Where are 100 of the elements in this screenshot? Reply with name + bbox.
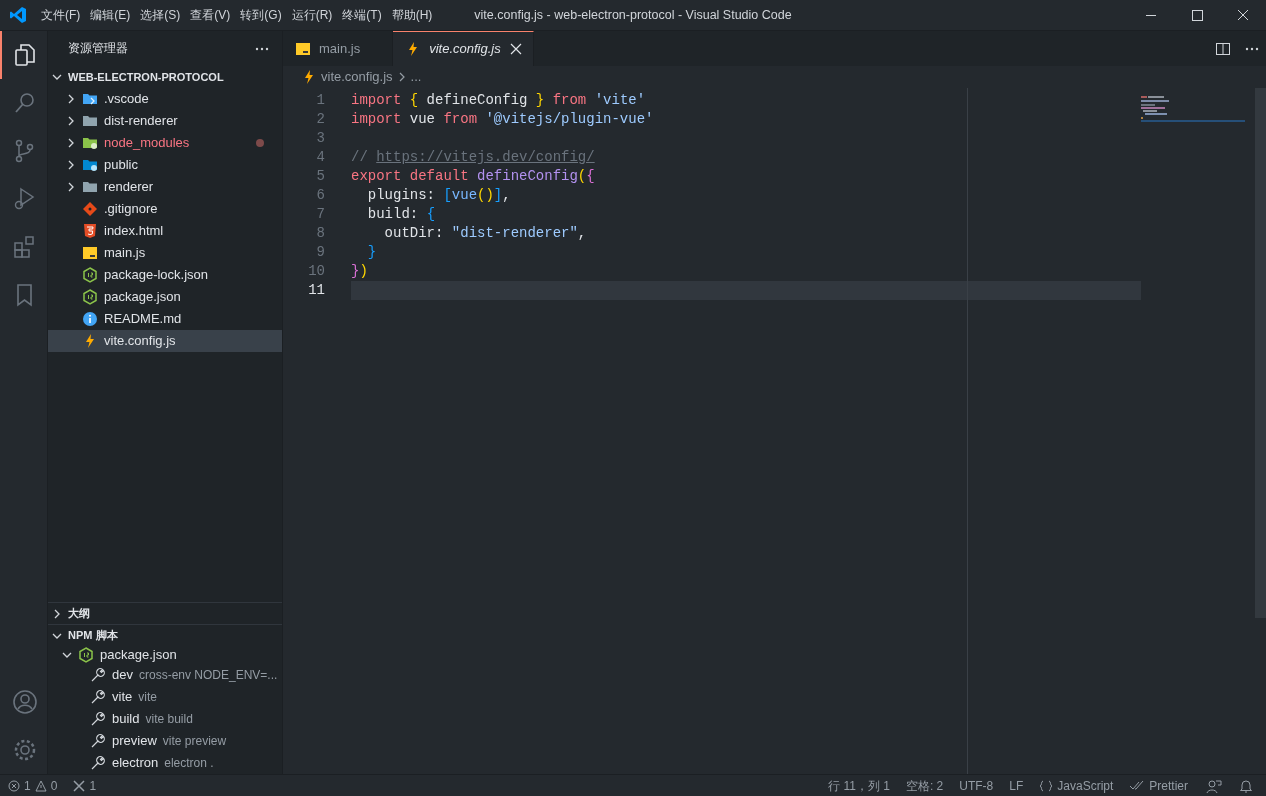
script-command: cross-env NODE_ENV=... xyxy=(138,667,278,684)
hexagon-icon xyxy=(82,267,98,283)
account-icon[interactable] xyxy=(12,689,38,715)
line-number: 9 xyxy=(315,243,325,263)
hexagon-icon xyxy=(82,289,98,305)
code-line: } xyxy=(366,243,378,263)
chevron-right-icon[interactable] xyxy=(66,138,76,148)
code-line: outDir: "dist-renderer", xyxy=(383,224,588,244)
file-tree-item[interactable]: public xyxy=(48,154,282,176)
html-icon xyxy=(82,223,98,239)
close-icon[interactable] xyxy=(508,42,523,56)
chevron-right-icon[interactable] xyxy=(66,116,76,126)
feedback-icon[interactable] xyxy=(1206,777,1222,794)
js-file-icon xyxy=(82,245,98,261)
chevron-right-icon[interactable] xyxy=(66,160,76,170)
status-item[interactable]: JavaScript xyxy=(1031,776,1122,795)
line-number: 8 xyxy=(315,224,325,244)
menu-item[interactable]: 帮助(H) xyxy=(386,6,438,24)
chevron-down-icon[interactable] xyxy=(52,72,62,82)
files-icon[interactable] xyxy=(12,42,38,68)
menu-item[interactable]: 终端(T) xyxy=(337,6,387,24)
chevron-right-icon[interactable] xyxy=(66,182,76,192)
braces-icon xyxy=(1039,779,1054,792)
menu-item[interactable]: 编辑(E) xyxy=(85,6,136,24)
breadcrumb-item[interactable]: ... xyxy=(410,67,422,87)
wrench-icon xyxy=(90,667,106,683)
chevron-right-icon[interactable] xyxy=(66,94,76,104)
breadcrumb-item[interactable]: vite.config.js xyxy=(321,67,393,87)
script-command: vite preview xyxy=(162,733,227,750)
modified-dot-icon xyxy=(256,139,264,147)
menu-item[interactable]: 查看(V) xyxy=(185,6,236,24)
file-tree-item[interactable]: README.md xyxy=(48,308,282,330)
problems-indicator[interactable]: 1 0 xyxy=(0,776,66,795)
split-editor-icon[interactable] xyxy=(1214,40,1231,57)
line-number: 2 xyxy=(315,110,325,130)
editor-tab[interactable]: vite.config.js xyxy=(393,31,534,66)
line-number: 1 xyxy=(315,91,325,111)
status-item[interactable]: UTF-8 xyxy=(951,776,1002,795)
bell-icon[interactable] xyxy=(1238,777,1254,794)
script-command: vite xyxy=(138,689,157,706)
line-number: 6 xyxy=(315,186,325,206)
file-tree-item[interactable]: .gitignore xyxy=(48,198,282,220)
section-header[interactable]: 大纲 xyxy=(68,605,90,622)
folder-icon xyxy=(82,157,98,173)
code-line: // https://vitejs.dev/config/ xyxy=(351,148,596,168)
script-command: electron . xyxy=(164,755,214,772)
code-editor-logo xyxy=(9,6,27,24)
chevron-down-icon[interactable] xyxy=(62,650,72,660)
file-tree-item[interactable]: renderer xyxy=(48,176,282,198)
file-tree-item[interactable]: vite.config.js xyxy=(48,330,282,352)
info-icon xyxy=(82,311,98,327)
error-icon xyxy=(8,779,20,792)
script-name[interactable]: electron xyxy=(112,753,159,773)
hexagon-icon xyxy=(78,647,94,663)
file-tree-item[interactable]: .vscode xyxy=(48,88,282,110)
status-item[interactable]: LF xyxy=(1001,776,1032,795)
status-item[interactable]: 空格: 2 xyxy=(897,776,952,795)
window-title: vite.config.js - web-electron-protocol - Visual Studio Code xyxy=(474,8,792,23)
file-tree-item[interactable]: package-lock.json xyxy=(48,264,282,286)
code-line: }) xyxy=(351,262,369,282)
status-item[interactable]: 行 11，列 1 xyxy=(820,776,898,795)
line-number: 10 xyxy=(307,262,325,282)
script-command: vite build xyxy=(145,711,193,728)
section-header[interactable]: NPM 脚本 xyxy=(68,627,118,644)
menu-item[interactable]: 文件(F) xyxy=(36,6,86,24)
status-item[interactable]: Prettier xyxy=(1121,776,1196,795)
folder-icon xyxy=(82,135,98,151)
sidebar-title: 资源管理器 xyxy=(68,40,128,56)
wrench-icon xyxy=(90,689,106,705)
menu-item[interactable]: 运行(R) xyxy=(286,6,338,24)
code-line: import vue from '@vitejs/plugin-vue' xyxy=(351,110,655,130)
line-number: 7 xyxy=(315,205,325,225)
script-name[interactable]: preview xyxy=(112,731,157,751)
chevron-right-icon[interactable] xyxy=(52,608,62,619)
warning-icon xyxy=(34,779,47,792)
menu-item[interactable]: 转到(G) xyxy=(235,6,287,24)
wrench-icon xyxy=(90,755,106,771)
code-line: build: { xyxy=(366,205,437,225)
script-name[interactable]: build xyxy=(112,709,140,729)
folder-icon xyxy=(82,91,98,107)
line-number: 11 xyxy=(307,281,325,301)
package-item[interactable]: package.json xyxy=(100,645,177,665)
ports-indicator[interactable]: 1 xyxy=(65,776,105,795)
wrench-icon xyxy=(90,733,106,749)
double-check-icon xyxy=(1129,779,1146,792)
project-title[interactable]: WEB-ELECTRON-PROTOCOL xyxy=(68,68,224,86)
file-tree-item[interactable]: main.js xyxy=(48,242,282,264)
folder-icon xyxy=(82,113,98,129)
file-tree-item[interactable]: dist-renderer xyxy=(48,110,282,132)
git-icon xyxy=(82,201,98,217)
menu-item[interactable]: 选择(S) xyxy=(135,6,186,24)
script-name[interactable]: vite xyxy=(112,687,133,707)
js-file-icon xyxy=(295,41,311,57)
code-line: import { defineConfig } from 'vite' xyxy=(351,91,647,111)
file-tree-item[interactable]: node_modules xyxy=(48,132,282,154)
file-tree-item[interactable]: package.json xyxy=(48,286,282,308)
settings-icon[interactable] xyxy=(12,737,38,763)
line-number: 4 xyxy=(315,148,325,168)
file-tree-item[interactable]: index.html xyxy=(48,220,282,242)
script-name[interactable]: dev xyxy=(112,665,133,685)
